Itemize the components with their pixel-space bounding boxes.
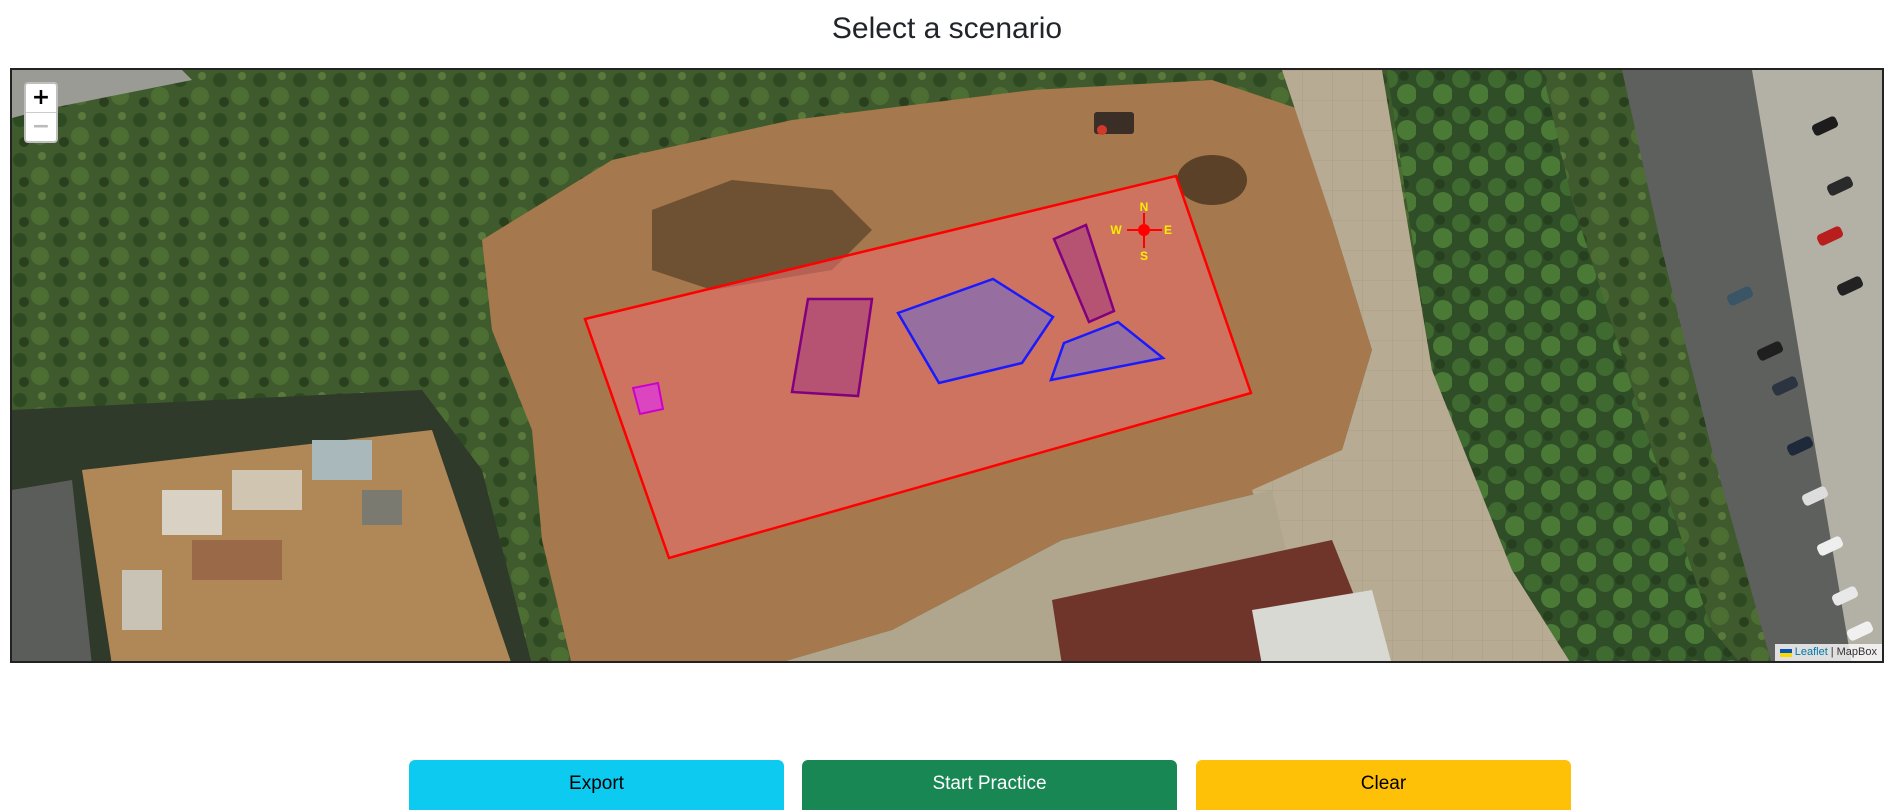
compass-west: W <box>1110 223 1122 237</box>
zoom-out-button[interactable]: − <box>26 113 56 141</box>
map-attribution: Leaflet | MapBox <box>1774 644 1882 661</box>
action-buttons: Export Start Practice Clear <box>0 760 1888 810</box>
compass-east: E <box>1164 223 1172 237</box>
start-practice-button[interactable]: Start Practice <box>802 760 1177 810</box>
leaflet-link[interactable]: Leaflet <box>1795 644 1828 661</box>
soil-mound <box>1177 155 1247 205</box>
map-container[interactable]: N S E W + − Leaflet | MapBox <box>10 68 1884 663</box>
zoom-in-button[interactable]: + <box>26 84 56 112</box>
export-button[interactable]: Export <box>409 760 784 810</box>
compass-south: S <box>1140 249 1148 263</box>
attribution-separator: | <box>1830 646 1834 658</box>
ukraine-flag-icon <box>1779 648 1792 657</box>
zoom-control: + − <box>24 82 58 143</box>
clear-button[interactable]: Clear <box>1196 760 1571 810</box>
attribution-provider: MapBox <box>1836 646 1877 658</box>
satellite-imagery[interactable]: N S E W <box>12 70 1884 663</box>
page-title: Select a scenario <box>831 12 1063 45</box>
compass-north: N <box>1140 200 1149 214</box>
